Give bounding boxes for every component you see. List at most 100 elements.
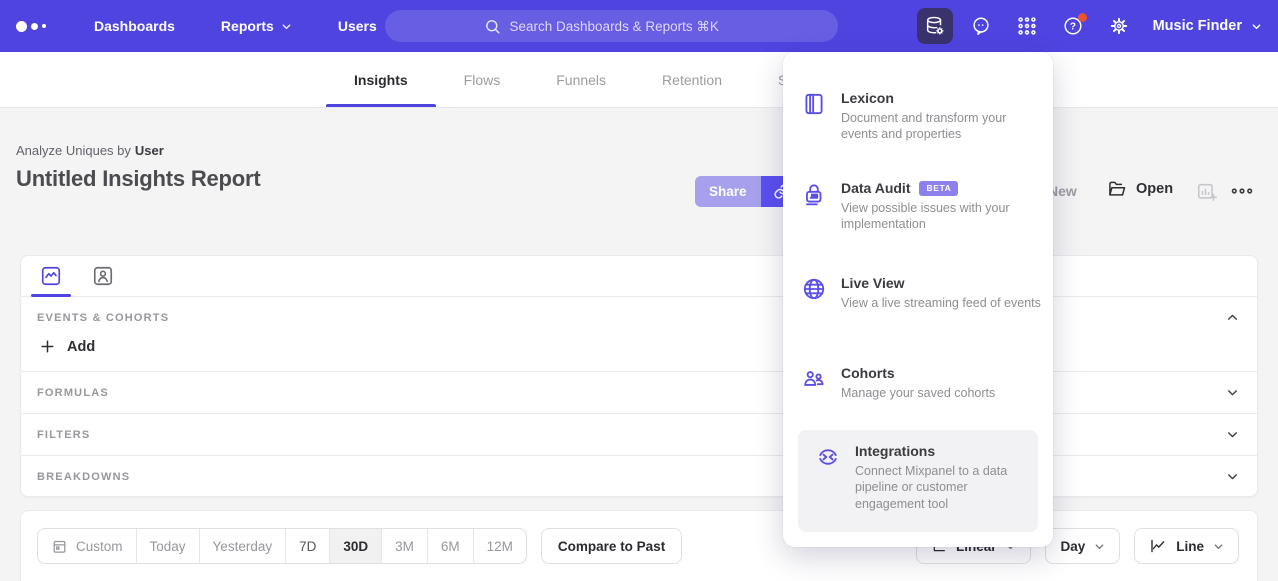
filters-label: FILTERS	[37, 429, 90, 441]
nav-reports-label: Reports	[221, 18, 274, 34]
search-input[interactable]	[510, 19, 740, 34]
range-label: 6M	[441, 539, 460, 554]
line-chart-icon	[1149, 537, 1167, 555]
page-title[interactable]: Untitled Insights Report	[16, 166, 261, 192]
range-today[interactable]: Today	[136, 529, 199, 563]
range-12m[interactable]: 12M	[473, 529, 526, 563]
formulas-label: FORMULAS	[37, 387, 109, 399]
add-event-button[interactable]: Add	[21, 324, 1257, 371]
report-tab-bar: Insights Flows Funnels Retention Signal …	[0, 52, 1278, 108]
range-label: 12M	[487, 539, 513, 554]
messages-button[interactable]	[963, 8, 999, 44]
menu-item-title: Data Audit	[841, 180, 910, 196]
nav-dashboards[interactable]: Dashboards	[94, 18, 175, 34]
nav-reports[interactable]: Reports	[221, 18, 292, 34]
book-icon	[801, 91, 827, 143]
open-report-button[interactable]: Open	[1107, 179, 1173, 199]
mixpanel-logo[interactable]	[16, 21, 62, 32]
data-management-button[interactable]	[917, 8, 953, 44]
add-to-dashboard-button[interactable]	[1196, 181, 1218, 203]
formulas-section-header[interactable]: FORMULAS	[21, 371, 1257, 413]
nav-users-label: Users	[338, 18, 377, 34]
menu-item-title: Live View	[841, 275, 905, 291]
primary-nav: Dashboards Reports Users	[94, 18, 377, 34]
range-3m[interactable]: 3M	[381, 529, 427, 563]
global-search[interactable]	[385, 10, 838, 42]
insights-chart-icon	[40, 265, 62, 287]
menu-item-description: Document and transform your events and p…	[841, 110, 1041, 143]
breakdowns-section-header[interactable]: BREAKDOWNS	[21, 455, 1257, 497]
chart-add-icon	[1196, 181, 1218, 203]
range-label: Yesterday	[213, 539, 273, 554]
chart-controls-card: Custom Today Yesterday 7D 30D 3M 6M 12M …	[20, 510, 1258, 581]
range-label: 7D	[299, 539, 316, 554]
range-label: 30D	[343, 539, 368, 554]
range-6m[interactable]: 6M	[427, 529, 473, 563]
range-custom-label: Custom	[76, 539, 123, 554]
interval-label: Day	[1060, 539, 1085, 554]
chevron-up-icon[interactable]	[1226, 311, 1239, 324]
breadcrumb: Analyze Uniques byUser	[16, 143, 164, 158]
user-profile-icon	[92, 265, 114, 287]
menu-item-live-view[interactable]: Live View View a live streaming feed of …	[801, 275, 1041, 311]
top-navigation-bar: Dashboards Reports Users	[0, 0, 1278, 52]
apps-grid-icon	[1016, 15, 1038, 37]
menu-item-cohorts[interactable]: Cohorts Manage your saved cohorts	[801, 365, 1041, 401]
range-yesterday[interactable]: Yesterday	[199, 529, 286, 563]
breakdowns-label: BREAKDOWNS	[37, 471, 130, 483]
tab-flows[interactable]: Flows	[436, 52, 529, 107]
menu-item-title: Cohorts	[841, 365, 895, 381]
settings-gear-icon	[1108, 15, 1130, 37]
breadcrumb-entity[interactable]: User	[135, 143, 164, 158]
chart-type-label: Line	[1176, 539, 1204, 554]
compare-label: Compare to Past	[558, 539, 665, 554]
globe-icon	[801, 276, 827, 311]
tab-insights[interactable]: Insights	[326, 52, 436, 107]
events-section-header[interactable]: EVENTS & COHORTS	[21, 297, 1257, 324]
tab-retention[interactable]: Retention	[634, 52, 750, 107]
project-switcher[interactable]: Music Finder	[1153, 18, 1262, 34]
open-label: Open	[1136, 181, 1173, 197]
range-label: 3M	[395, 539, 414, 554]
more-actions-button[interactable]	[1230, 183, 1254, 199]
range-label: Today	[150, 539, 186, 554]
apps-grid-button[interactable]	[1009, 8, 1045, 44]
range-30d[interactable]: 30D	[329, 529, 381, 563]
chevron-down-icon[interactable]	[1226, 428, 1239, 441]
plus-icon	[39, 338, 56, 355]
chevron-down-icon	[281, 21, 292, 32]
share-button[interactable]: Share	[695, 176, 761, 207]
chevron-down-icon[interactable]	[1226, 470, 1239, 483]
sync-icon	[815, 444, 841, 512]
chevron-down-icon	[1251, 21, 1262, 32]
project-name: Music Finder	[1153, 18, 1242, 34]
range-custom[interactable]: Custom	[38, 529, 136, 563]
chart-type-dropdown[interactable]: Line	[1134, 528, 1239, 564]
tab-events-mode[interactable]	[29, 256, 73, 296]
range-7d[interactable]: 7D	[285, 529, 329, 563]
compare-to-past-button[interactable]: Compare to Past	[541, 528, 682, 564]
data-management-icon	[924, 15, 946, 37]
menu-item-description: Connect Mixpanel to a data pipeline or c…	[855, 463, 1028, 512]
chevron-down-icon[interactable]	[1226, 386, 1239, 399]
menu-item-data-audit[interactable]: Data Audit BETA View possible issues wit…	[801, 180, 1041, 233]
interval-dropdown[interactable]: Day	[1045, 528, 1120, 564]
tab-users-mode[interactable]	[81, 256, 125, 296]
lock-icon	[801, 181, 827, 233]
svg-text:?: ?	[1069, 22, 1075, 33]
beta-badge: BETA	[919, 181, 958, 196]
people-icon	[801, 366, 827, 401]
settings-button[interactable]	[1101, 8, 1137, 44]
menu-item-integrations[interactable]: Integrations Connect Mixpanel to a data …	[815, 443, 1028, 512]
data-management-dropdown: Lexicon Document and transform your even…	[783, 52, 1053, 547]
date-control-bar: Custom Today Yesterday 7D 30D 3M 6M 12M …	[21, 511, 1257, 564]
nav-users[interactable]: Users	[338, 18, 377, 34]
chevron-down-icon	[1213, 541, 1224, 552]
tab-funnels[interactable]: Funnels	[528, 52, 634, 107]
help-button[interactable]: ?	[1055, 8, 1091, 44]
messages-icon	[970, 15, 992, 37]
menu-item-highlight: Integrations Connect Mixpanel to a data …	[798, 430, 1038, 532]
menu-item-lexicon[interactable]: Lexicon Document and transform your even…	[801, 90, 1041, 143]
menu-item-description: Manage your saved cohorts	[841, 385, 995, 401]
filters-section-header[interactable]: FILTERS	[21, 413, 1257, 455]
